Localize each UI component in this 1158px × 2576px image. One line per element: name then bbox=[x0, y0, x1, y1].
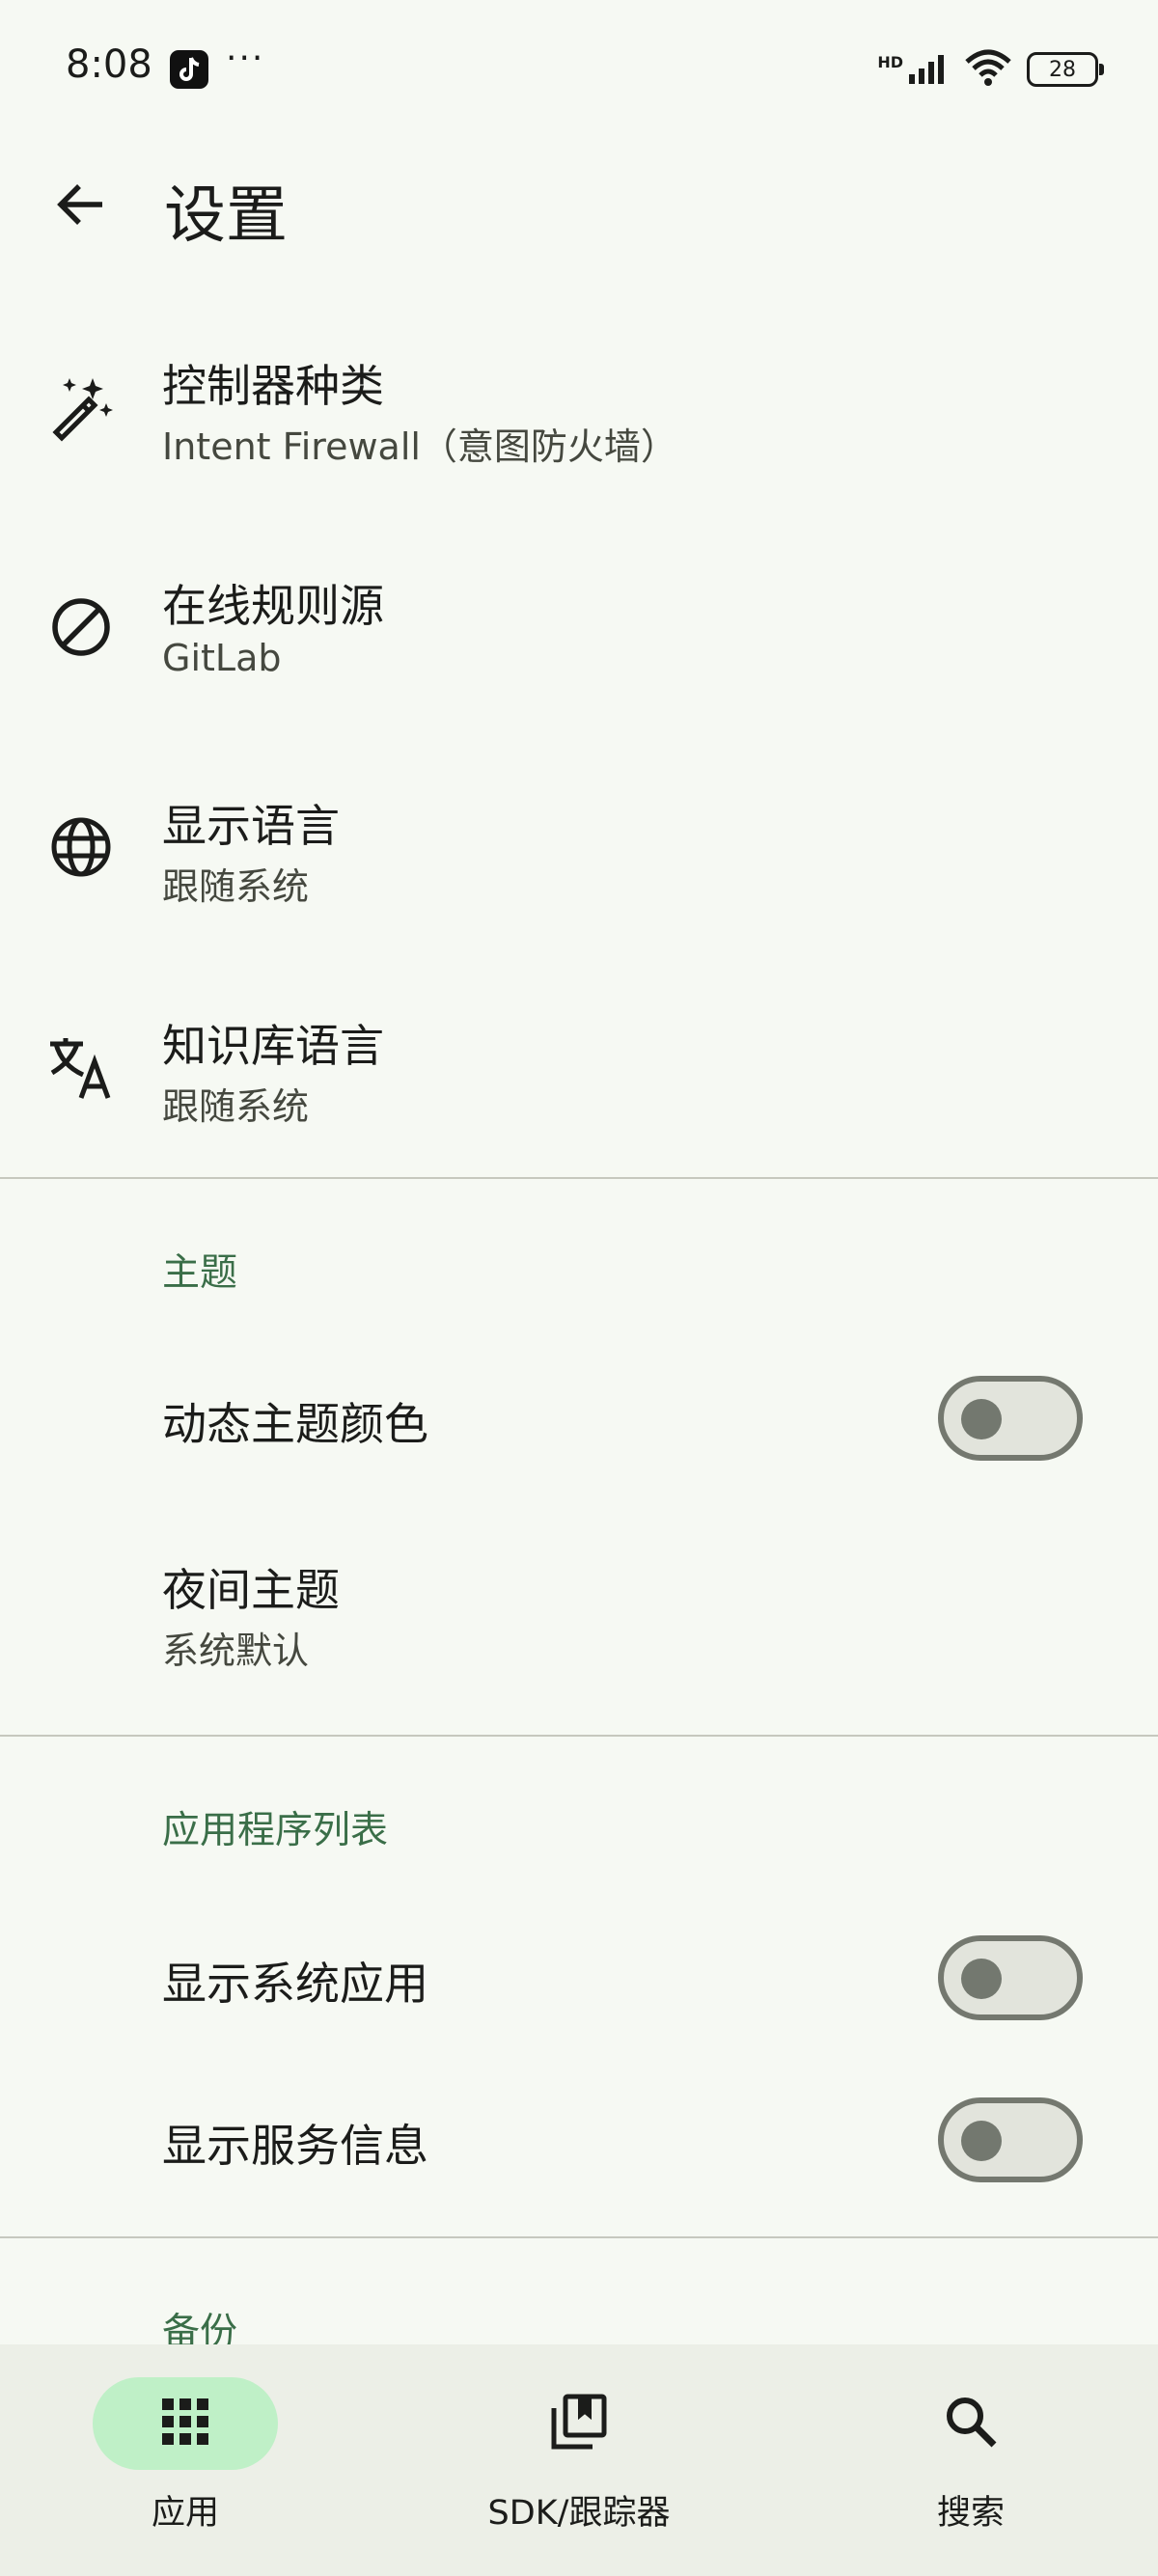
switch-knob bbox=[961, 1959, 1002, 1999]
nav-label: 搜索 bbox=[936, 2494, 1005, 2533]
nav-label: 应用 bbox=[151, 2494, 219, 2533]
setting-value: 跟随系统 bbox=[162, 865, 310, 908]
setting-value: Intent Firewall（意图防火墙） bbox=[162, 425, 677, 468]
setting-title: 知识库语言 bbox=[162, 1020, 384, 1072]
show-service-info-switch[interactable] bbox=[938, 2097, 1083, 2182]
setting-value: GitLab bbox=[162, 637, 282, 679]
setting-title: 显示服务信息 bbox=[162, 2120, 428, 2172]
section-header-theme: 主题 bbox=[162, 1251, 238, 1295]
setting-value: 跟随系统 bbox=[162, 1085, 310, 1128]
setting-title: 夜间主题 bbox=[162, 1564, 340, 1616]
nav-item-apps[interactable]: 应用 bbox=[41, 2377, 330, 2535]
block-icon bbox=[46, 592, 116, 662]
globe-icon bbox=[46, 812, 116, 882]
setting-online-rule-source[interactable]: 在线规则源 GitLab bbox=[0, 548, 1158, 702]
library-books-icon bbox=[548, 2391, 610, 2456]
battery-icon: 28 bbox=[1027, 52, 1104, 87]
nav-active-indicator bbox=[93, 2377, 278, 2470]
more-notifications-icon: ··· bbox=[226, 39, 265, 78]
setting-show-service-info[interactable]: 显示服务信息 bbox=[0, 2076, 1158, 2211]
magic-wand-icon bbox=[46, 372, 116, 442]
back-arrow-icon[interactable] bbox=[50, 174, 112, 235]
status-indicators: HD 28 bbox=[877, 46, 1104, 93]
bottom-navigation-bar: 应用 SDK/跟踪器 搜索 bbox=[0, 2344, 1158, 2576]
tiktok-notification-icon bbox=[170, 50, 208, 89]
signal-icon: HD bbox=[877, 53, 950, 86]
setting-title: 显示系统应用 bbox=[162, 1958, 428, 2010]
nav-item-sdk-trackers[interactable]: SDK/跟踪器 bbox=[434, 2377, 724, 2535]
divider bbox=[0, 1735, 1158, 1737]
setting-dynamic-theme-color[interactable]: 动态主题颜色 bbox=[0, 1355, 1158, 1490]
nav-indicator bbox=[486, 2377, 672, 2470]
setting-title: 动态主题颜色 bbox=[162, 1398, 428, 1450]
dynamic-color-switch[interactable] bbox=[938, 1376, 1083, 1461]
section-header-app-list: 应用程序列表 bbox=[162, 1809, 389, 1852]
setting-controller-type[interactable]: 控制器种类 Intent Firewall（意图防火墙） bbox=[0, 328, 1158, 482]
setting-title: 在线规则源 bbox=[162, 580, 384, 632]
nav-label: SDK/跟踪器 bbox=[487, 2494, 671, 2533]
divider bbox=[0, 1177, 1158, 1179]
nav-indicator bbox=[878, 2377, 1063, 2470]
setting-display-language[interactable]: 显示语言 跟随系统 bbox=[0, 768, 1158, 922]
setting-show-system-apps[interactable]: 显示系统应用 bbox=[0, 1914, 1158, 2049]
switch-knob bbox=[961, 1399, 1002, 1439]
page-title: 设置 bbox=[164, 180, 288, 252]
apps-grid-icon bbox=[160, 2397, 210, 2451]
translate-icon bbox=[46, 1032, 116, 1102]
setting-knowledge-base-language[interactable]: 知识库语言 跟随系统 bbox=[0, 988, 1158, 1142]
nav-item-search[interactable]: 搜索 bbox=[826, 2377, 1116, 2535]
status-time: 8:08 bbox=[66, 42, 152, 87]
setting-title: 显示语言 bbox=[162, 800, 340, 852]
switch-knob bbox=[961, 2121, 1002, 2161]
wifi-icon bbox=[963, 48, 1013, 91]
search-icon bbox=[942, 2393, 1000, 2454]
setting-night-theme[interactable]: 夜间主题 系统默认 bbox=[0, 1538, 1158, 1692]
setting-value: 系统默认 bbox=[162, 1630, 310, 1672]
show-system-apps-switch[interactable] bbox=[938, 1935, 1083, 2020]
setting-title: 控制器种类 bbox=[162, 360, 384, 412]
divider bbox=[0, 2236, 1158, 2238]
